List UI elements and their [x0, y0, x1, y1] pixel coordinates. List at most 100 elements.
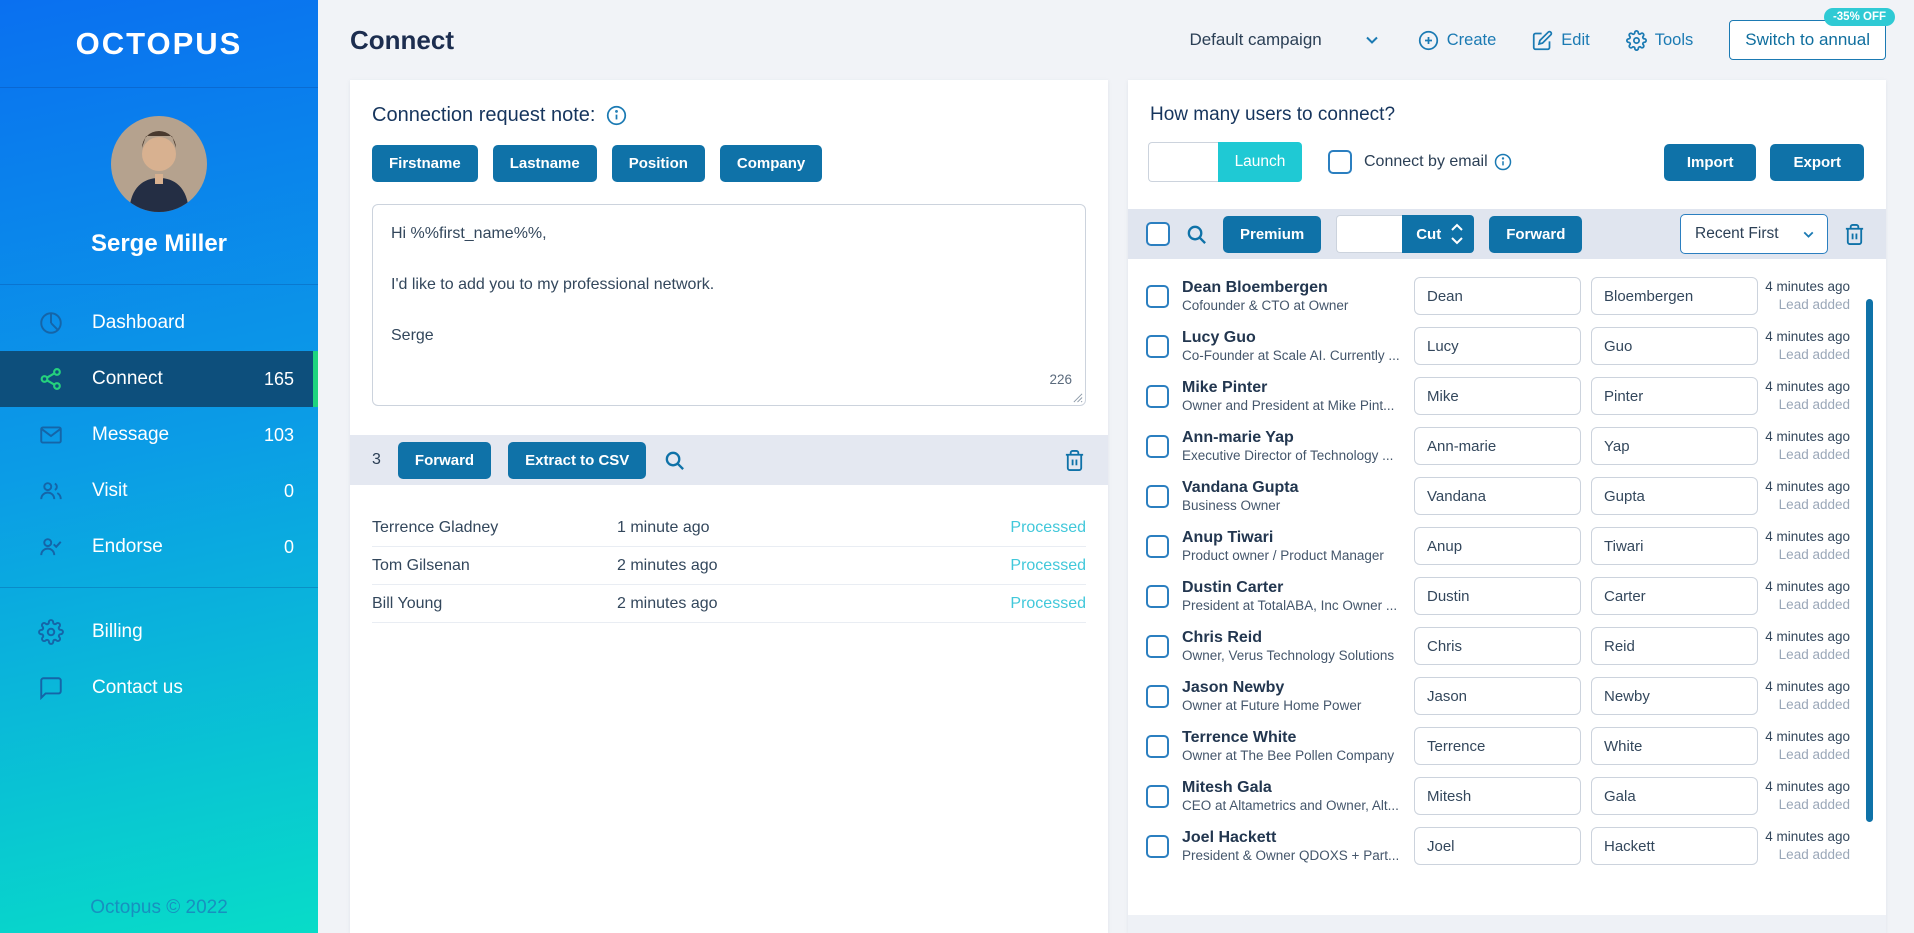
user-checkbox[interactable]	[1146, 734, 1169, 758]
cut-button[interactable]: Cut	[1402, 215, 1475, 253]
trash-icon[interactable]	[1843, 223, 1866, 246]
launch-button[interactable]: Launch	[1218, 142, 1302, 182]
user-checkbox[interactable]	[1146, 784, 1169, 808]
sidebar-item-message[interactable]: Message 103	[0, 407, 318, 463]
user-profile: Serge Miller	[0, 88, 318, 285]
lastname-field[interactable]	[1591, 377, 1758, 415]
edit-button[interactable]: Edit	[1532, 30, 1590, 51]
lastname-field[interactable]	[1591, 727, 1758, 765]
app-logo: OCTOPUS	[75, 25, 243, 61]
user-time: 4 minutes ago	[1765, 278, 1850, 294]
firstname-field[interactable]	[1414, 827, 1581, 865]
table-row[interactable]: Terrence Gladney 1 minute ago Processed	[372, 509, 1086, 547]
firstname-field[interactable]	[1414, 727, 1581, 765]
search-icon[interactable]	[663, 449, 686, 472]
select-all-checkbox[interactable]	[1146, 222, 1170, 246]
user-time: 4 minutes ago	[1765, 428, 1850, 444]
firstname-field[interactable]	[1414, 377, 1581, 415]
user-name: Terrence White	[1182, 729, 1297, 746]
tools-button[interactable]: Tools	[1625, 29, 1693, 51]
user-checkbox[interactable]	[1146, 334, 1169, 358]
info-icon[interactable]	[1494, 153, 1512, 171]
premium-button[interactable]: Premium	[1223, 215, 1322, 253]
resize-handle-icon[interactable]	[1072, 392, 1083, 403]
extract-to-csv-button[interactable]: Extract to CSV	[508, 441, 647, 479]
table-row[interactable]: Bill Young 2 minutes ago Processed	[372, 585, 1086, 623]
envelope-icon	[38, 422, 64, 448]
contact-time: 1 minute ago	[617, 518, 710, 536]
sidebar-item-endorse[interactable]: Endorse 0	[0, 519, 318, 575]
sidebar-item-visit[interactable]: Visit 0	[0, 463, 318, 519]
firstname-field[interactable]	[1414, 477, 1581, 515]
sidebar-item-dashboard[interactable]: Dashboard	[0, 295, 318, 351]
user-title: Product owner / Product Manager	[1182, 548, 1384, 563]
copyright: Octopus © 2022	[90, 897, 228, 918]
user-status: Lead added	[1778, 847, 1850, 862]
user-name: Vandana Gupta	[1182, 479, 1299, 496]
lastname-field[interactable]	[1591, 827, 1758, 865]
forward-button[interactable]: Forward	[1489, 215, 1583, 253]
user-title: Owner and President at Mike Pint...	[1182, 398, 1395, 413]
user-name: Jason Newby	[1182, 679, 1285, 696]
lastname-field[interactable]	[1591, 677, 1758, 715]
user-checkbox[interactable]	[1146, 684, 1169, 708]
note-textarea[interactable]: Hi %%first_name%%, I'd like to add you t…	[372, 204, 1086, 406]
switch-to-annual-button[interactable]: Switch to annual -35% OFF	[1729, 8, 1895, 60]
sidebar-item-connect[interactable]: Connect 165	[0, 351, 318, 407]
create-button[interactable]: Create	[1418, 30, 1496, 51]
user-checkbox[interactable]	[1146, 484, 1169, 508]
lastname-field[interactable]	[1591, 577, 1758, 615]
user-time: 4 minutes ago	[1765, 678, 1850, 694]
campaign-selector[interactable]: Default campaign	[1189, 30, 1381, 50]
table-row[interactable]: Tom Gilsenan 2 minutes ago Processed	[372, 547, 1086, 585]
user-title: Co-Founder at Scale AI. Currently ...	[1182, 348, 1400, 363]
users-count-input[interactable]	[1148, 142, 1218, 182]
token-position-button[interactable]: Position	[611, 145, 705, 182]
firstname-field[interactable]	[1414, 327, 1581, 365]
user-title: Owner at Future Home Power	[1182, 698, 1362, 713]
lastname-field[interactable]	[1591, 477, 1758, 515]
scrollbar[interactable]	[1866, 299, 1873, 822]
forward-button[interactable]: Forward	[397, 441, 492, 479]
user-name: Mitesh Gala	[1182, 779, 1272, 796]
user-checkbox[interactable]	[1146, 534, 1169, 558]
info-icon[interactable]	[606, 105, 627, 126]
user-checkbox[interactable]	[1146, 384, 1169, 408]
lastname-field[interactable]	[1591, 777, 1758, 815]
import-button[interactable]: Import	[1663, 143, 1757, 181]
lastname-field[interactable]	[1591, 327, 1758, 365]
lastname-field[interactable]	[1591, 627, 1758, 665]
user-checkbox[interactable]	[1146, 434, 1169, 458]
cut-count-input[interactable]	[1336, 215, 1403, 253]
sidebar-item-contact-us[interactable]: Contact us	[0, 660, 318, 716]
user-checkbox[interactable]	[1146, 284, 1169, 308]
firstname-field[interactable]	[1414, 677, 1581, 715]
firstname-field[interactable]	[1414, 527, 1581, 565]
connect-by-email-checkbox[interactable]	[1328, 150, 1352, 174]
token-lastname-button[interactable]: Lastname	[492, 145, 597, 182]
firstname-field[interactable]	[1414, 277, 1581, 315]
user-checkbox[interactable]	[1146, 634, 1169, 658]
lastname-field[interactable]	[1591, 277, 1758, 315]
user-checkbox[interactable]	[1146, 834, 1169, 858]
export-button[interactable]: Export	[1770, 143, 1864, 181]
firstname-field[interactable]	[1414, 577, 1581, 615]
user-time: 4 minutes ago	[1765, 828, 1850, 844]
trash-icon[interactable]	[1063, 449, 1086, 472]
firstname-field[interactable]	[1414, 627, 1581, 665]
sidebar-item-billing[interactable]: Billing	[0, 604, 318, 660]
sidebar-item-count: 0	[283, 480, 294, 501]
status-badge: Processed	[1010, 518, 1086, 536]
token-firstname-button[interactable]: Firstname	[372, 145, 478, 182]
stepper-chevrons-icon[interactable]	[1450, 222, 1464, 246]
user-list: Dean Bloembergen Cofounder & CTO at Owner…	[1128, 259, 1886, 871]
firstname-field[interactable]	[1414, 777, 1581, 815]
lastname-field[interactable]	[1591, 427, 1758, 465]
token-company-button[interactable]: Company	[719, 145, 823, 182]
search-icon[interactable]	[1185, 223, 1208, 246]
user-checkbox[interactable]	[1146, 584, 1169, 608]
user-title: Cofounder & CTO at Owner	[1182, 298, 1349, 313]
firstname-field[interactable]	[1414, 427, 1581, 465]
lastname-field[interactable]	[1591, 527, 1758, 565]
sort-dropdown[interactable]: Recent First	[1680, 214, 1828, 254]
